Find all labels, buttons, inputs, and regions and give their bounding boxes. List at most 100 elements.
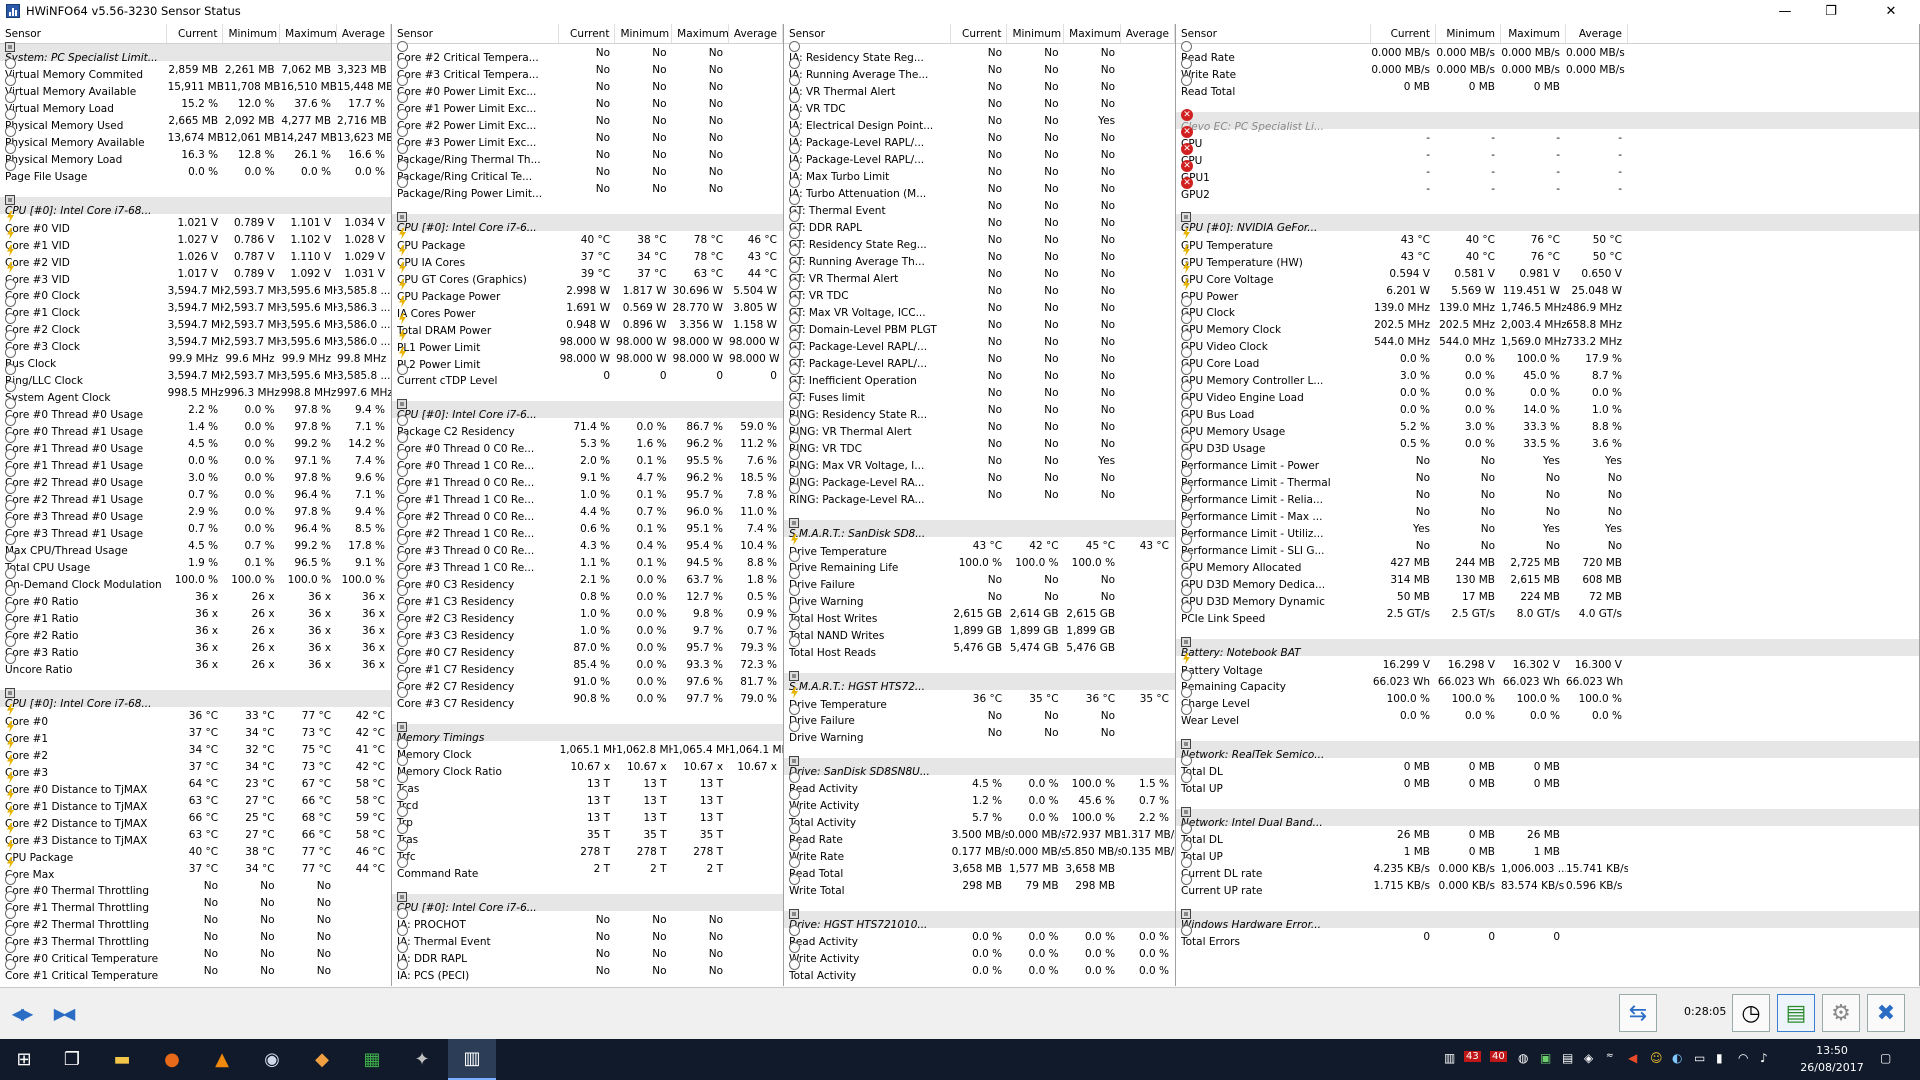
column-header[interactable]: Minimum bbox=[1007, 24, 1065, 43]
volume-icon[interactable]: ♪ bbox=[1760, 1051, 1768, 1065]
battery-icon[interactable]: ▮ bbox=[1716, 1051, 1723, 1065]
tray-temp-badge-1[interactable]: 43 bbox=[1464, 1051, 1481, 1062]
sensor-row[interactable]: Read Total 0 MB 0 MB 0 MB bbox=[1176, 75, 1919, 98]
sensor-row[interactable]: Package/Ring Power Limit... No No No bbox=[392, 177, 783, 200]
sensor-row[interactable]: IA: PCS (PECI) No No No bbox=[392, 959, 783, 982]
column-header[interactable]: Current bbox=[951, 24, 1008, 43]
task-view-icon[interactable]: ❐ bbox=[48, 1039, 96, 1080]
column-header[interactable]: Average bbox=[1566, 24, 1628, 43]
tray-icon-7[interactable]: ☺ bbox=[1650, 1051, 1663, 1065]
maximum-value: 26 MB bbox=[1527, 828, 1560, 841]
close-window-button[interactable]: ✕ bbox=[1868, 0, 1914, 22]
logging-icon[interactable]: ▤ bbox=[1777, 994, 1815, 1032]
column-header[interactable]: Maximum bbox=[1064, 24, 1121, 43]
average-value: 100.0 % bbox=[1578, 692, 1622, 705]
current-value: 26 MB bbox=[1397, 828, 1430, 841]
sensor-row[interactable]: Uncore Ratio 36 x 26 x 36 x 36 x bbox=[0, 653, 391, 676]
restore-button[interactable]: ❐ bbox=[1808, 0, 1854, 22]
sensor-bolt-icon bbox=[399, 295, 406, 308]
sensor-row[interactable]: Total Host Reads 5,476 GB 5,474 GB 5,476 GB bbox=[784, 636, 1175, 659]
sensor-row[interactable]: Write Total 298 MB 79 MB 298 MB bbox=[784, 874, 1175, 897]
column-header[interactable]: Average bbox=[337, 24, 391, 43]
sensor-circle-icon bbox=[1181, 330, 1192, 341]
column-header[interactable]: Minimum bbox=[615, 24, 673, 43]
taskbar-clock[interactable]: 13:50 26/08/2017 bbox=[1796, 1042, 1868, 1076]
current-value: 0.0 % bbox=[972, 964, 1003, 977]
average-value: 72 MB bbox=[1589, 590, 1622, 603]
maximum-value: 298 MB bbox=[1075, 879, 1116, 892]
sensor-row[interactable]: Core #1 Critical Temperature No No No bbox=[0, 959, 391, 982]
tray-icon-1[interactable]: ◍ bbox=[1518, 1051, 1528, 1065]
maximum-value: No bbox=[1545, 471, 1560, 484]
column-header[interactable]: Average bbox=[1121, 24, 1175, 43]
sensor-row[interactable]: Wear Level 0.0 % 0.0 % 0.0 % 0.0 % bbox=[1176, 704, 1919, 727]
hwinfo-taskbar-icon[interactable]: ▥ bbox=[448, 1039, 496, 1080]
average-value: 72.3 % bbox=[740, 658, 777, 671]
sensor-row[interactable]: Command Rate 2 T 2 T 2 T bbox=[392, 857, 783, 880]
navigate-left-button[interactable]: ◀▶ bbox=[6, 1002, 36, 1024]
tray-icon-4[interactable]: ◈ bbox=[1584, 1051, 1593, 1065]
game-app-icon[interactable]: ✦ bbox=[398, 1039, 446, 1080]
tray-icon-6[interactable]: ◀ bbox=[1628, 1051, 1637, 1065]
sensor-name-cell: IA: PCS (PECI) bbox=[392, 959, 560, 982]
tray-icon-9[interactable]: ▭ bbox=[1694, 1051, 1705, 1065]
sensor-row[interactable]: GPU2 - - - - bbox=[1176, 176, 1919, 201]
wifi-icon[interactable]: ◠ bbox=[1738, 1051, 1748, 1065]
sensor-row[interactable]: Core #3 C7 Residency 90.8 % 0.0 % 97.7 % 79.… bbox=[392, 687, 783, 710]
maximum-value: No bbox=[316, 947, 332, 960]
tray-icon-3[interactable]: ▤ bbox=[1562, 1051, 1573, 1065]
sensor-row[interactable]: Total Errors 0 0 0 bbox=[1176, 925, 1919, 948]
sensor-label: PCIe Link Speed bbox=[1181, 613, 1266, 625]
settings-gear-icon[interactable]: ⚙ bbox=[1822, 994, 1860, 1032]
average-value: 11.2 % bbox=[740, 437, 777, 450]
tray-icon-2[interactable]: ▣ bbox=[1540, 1051, 1551, 1065]
column-header[interactable]: Sensor bbox=[0, 24, 167, 43]
sublime-text-icon[interactable]: ◆ bbox=[298, 1039, 346, 1080]
column-header[interactable]: Current bbox=[1371, 24, 1436, 43]
sensor-row[interactable]: RING: Package-Level RA... No No No bbox=[784, 483, 1175, 506]
current-value: 4.5 % bbox=[972, 777, 1003, 790]
tray-icon-8[interactable]: ◐ bbox=[1672, 1051, 1682, 1065]
error-icon bbox=[1181, 108, 1193, 121]
column-header[interactable]: Maximum bbox=[672, 24, 729, 43]
column-header[interactable]: Minimum bbox=[1436, 24, 1501, 43]
tray-temp-badge-2[interactable]: 40 bbox=[1490, 1051, 1507, 1062]
current-value: No bbox=[987, 471, 1003, 484]
file-explorer-icon[interactable]: ▬ bbox=[98, 1039, 146, 1080]
maximum-value: No bbox=[1100, 335, 1116, 348]
sensor-row[interactable]: Current UP rate 1.715 KB/s 0.000 KB/s 83.57… bbox=[1176, 874, 1919, 897]
sensor-row[interactable]: Total Activity 0.0 % 0.0 % 0.0 % 0.0 % bbox=[784, 959, 1175, 982]
network-sensors-icon[interactable]: ⇆ bbox=[1619, 994, 1657, 1032]
close-sensors-icon[interactable]: ✖ bbox=[1867, 994, 1905, 1032]
steam-icon[interactable]: ◉ bbox=[248, 1039, 296, 1080]
tray-app-icon[interactable]: ▥ bbox=[1444, 1051, 1455, 1065]
maximum-value: 1.110 V bbox=[290, 250, 332, 263]
notifications-icon[interactable]: ▢ bbox=[1880, 1051, 1891, 1065]
sensor-row[interactable]: Drive Warning No No No bbox=[784, 721, 1175, 744]
column-header[interactable]: Current bbox=[167, 24, 224, 43]
tray-icon-5[interactable]: ≈ bbox=[1606, 1051, 1614, 1061]
current-value: 2.998 W bbox=[566, 284, 611, 297]
current-value: 0 MB bbox=[1403, 80, 1430, 93]
column-header[interactable]: Average bbox=[729, 24, 783, 43]
clock-reset-icon[interactable]: ◷ bbox=[1732, 994, 1770, 1032]
firefox-icon[interactable]: ● bbox=[148, 1039, 196, 1080]
sensor-circle-icon bbox=[397, 942, 408, 953]
minimize-button[interactable]: — bbox=[1762, 0, 1808, 22]
sensor-row[interactable]: Current cTDP Level 0 0 0 0 bbox=[392, 364, 783, 387]
spreadsheet-icon[interactable]: ▦ bbox=[348, 1039, 396, 1080]
column-header[interactable]: Maximum bbox=[1501, 24, 1566, 43]
navigate-right-button[interactable]: ▶◀ bbox=[48, 1002, 78, 1024]
windows-start-icon[interactable]: ⊞ bbox=[0, 1039, 48, 1080]
column-header[interactable]: Current bbox=[559, 24, 616, 43]
column-header[interactable]: Minimum bbox=[223, 24, 281, 43]
current-value: 43 °C bbox=[972, 539, 1003, 552]
sensor-circle-icon bbox=[397, 687, 408, 698]
column-header[interactable]: Maximum bbox=[280, 24, 337, 43]
sensor-row[interactable]: PCIe Link Speed 2.5 GT/s 2.5 GT/s 8.0 GT/s 4… bbox=[1176, 602, 1919, 625]
sensor-row[interactable]: Page File Usage 0.0 % 0.0 % 0.0 % 0.0 % bbox=[0, 160, 391, 183]
sensor-row[interactable]: Total UP 0 MB 0 MB 0 MB bbox=[1176, 772, 1919, 795]
sensor-circle-icon bbox=[789, 364, 800, 375]
current-value: 34 °C bbox=[188, 743, 219, 756]
vlc-icon[interactable]: ▲ bbox=[198, 1039, 246, 1080]
